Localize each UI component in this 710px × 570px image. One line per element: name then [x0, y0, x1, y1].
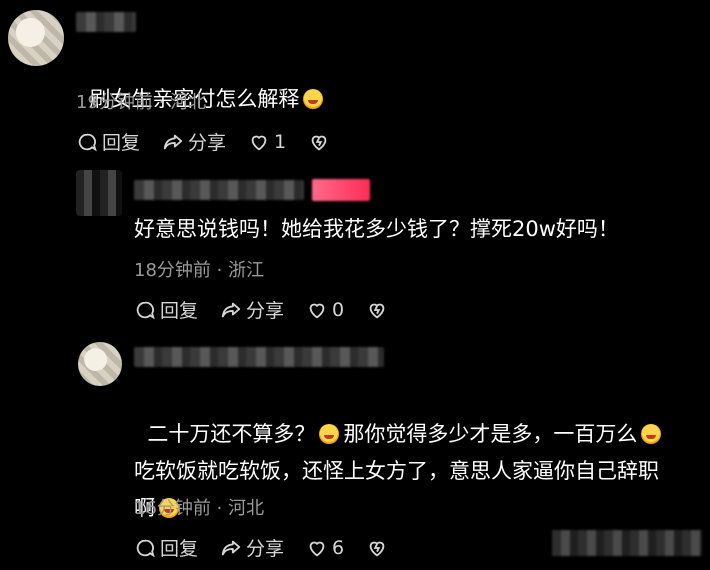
share-icon	[221, 540, 241, 555]
avatar[interactable]	[8, 10, 64, 66]
like-button[interactable]: 6	[306, 537, 344, 559]
reply-icon	[136, 301, 155, 319]
share-label: 分享	[246, 538, 285, 560]
username-blurred[interactable]	[134, 347, 384, 367]
avatar[interactable]	[76, 170, 122, 216]
username-blurred[interactable]	[134, 180, 304, 200]
comment-text-line2: 吃软饭就吃软饭，还怪上女方了，意思人家逼你自己辞职	[134, 459, 659, 483]
like-button[interactable]: 1	[248, 131, 286, 153]
laugh-cry-emoji-icon	[303, 89, 324, 109]
dislike-icon	[369, 303, 385, 318]
comment-text-line1b: 那你觉得多少才是多，一百万么	[343, 422, 638, 446]
comment-text: 好意思说钱吗！她给我花多少钱了？撑死20w好吗！	[134, 217, 619, 241]
like-icon	[251, 135, 267, 150]
avatar[interactable]	[78, 342, 122, 386]
share-icon	[163, 134, 183, 149]
reply-label: 回复	[102, 132, 141, 154]
like-button[interactable]: 0	[306, 299, 344, 321]
share-button[interactable]: 分享	[220, 296, 284, 323]
reply-icon	[136, 539, 155, 557]
dislike-icon	[369, 541, 385, 556]
share-button[interactable]: 分享	[162, 128, 226, 155]
comment-actions: 回复 分享 6	[134, 534, 414, 561]
author-badge-blurred	[312, 179, 370, 201]
reply-button[interactable]: 回复	[76, 128, 140, 155]
like-count: 1	[274, 130, 287, 153]
laugh-cry-emoji-icon	[319, 424, 340, 444]
dislike-icon	[311, 135, 327, 150]
share-button[interactable]: 分享	[220, 534, 284, 561]
comment-actions: 回复 分享 0	[134, 296, 414, 323]
like-icon	[309, 303, 325, 318]
comment-text-line1a: 二十万还不算多？	[147, 422, 316, 446]
comment-actions: 回复 分享 1	[76, 128, 356, 155]
share-icon	[221, 302, 241, 317]
watermark-blurred	[552, 530, 702, 556]
comment-meta: 19分钟前 · 河北	[76, 92, 207, 113]
dislike-button[interactable]	[366, 299, 392, 321]
comment-meta: 16分钟前 · 河北	[134, 498, 265, 519]
comment-meta: 18分钟前 · 浙江	[134, 260, 265, 281]
reply-icon	[78, 133, 97, 151]
username-blurred[interactable]	[76, 12, 136, 32]
like-icon	[309, 541, 325, 556]
laugh-cry-emoji-icon	[641, 424, 662, 444]
like-count: 6	[332, 536, 345, 559]
share-label: 分享	[188, 132, 227, 154]
reply-button[interactable]: 回复	[134, 534, 198, 561]
reply-label: 回复	[160, 538, 199, 560]
reply-label: 回复	[160, 300, 199, 322]
dislike-button[interactable]	[308, 131, 334, 153]
dislike-button[interactable]	[366, 537, 392, 559]
reply-button[interactable]: 回复	[134, 296, 198, 323]
like-count: 0	[332, 298, 345, 321]
share-label: 分享	[246, 300, 285, 322]
